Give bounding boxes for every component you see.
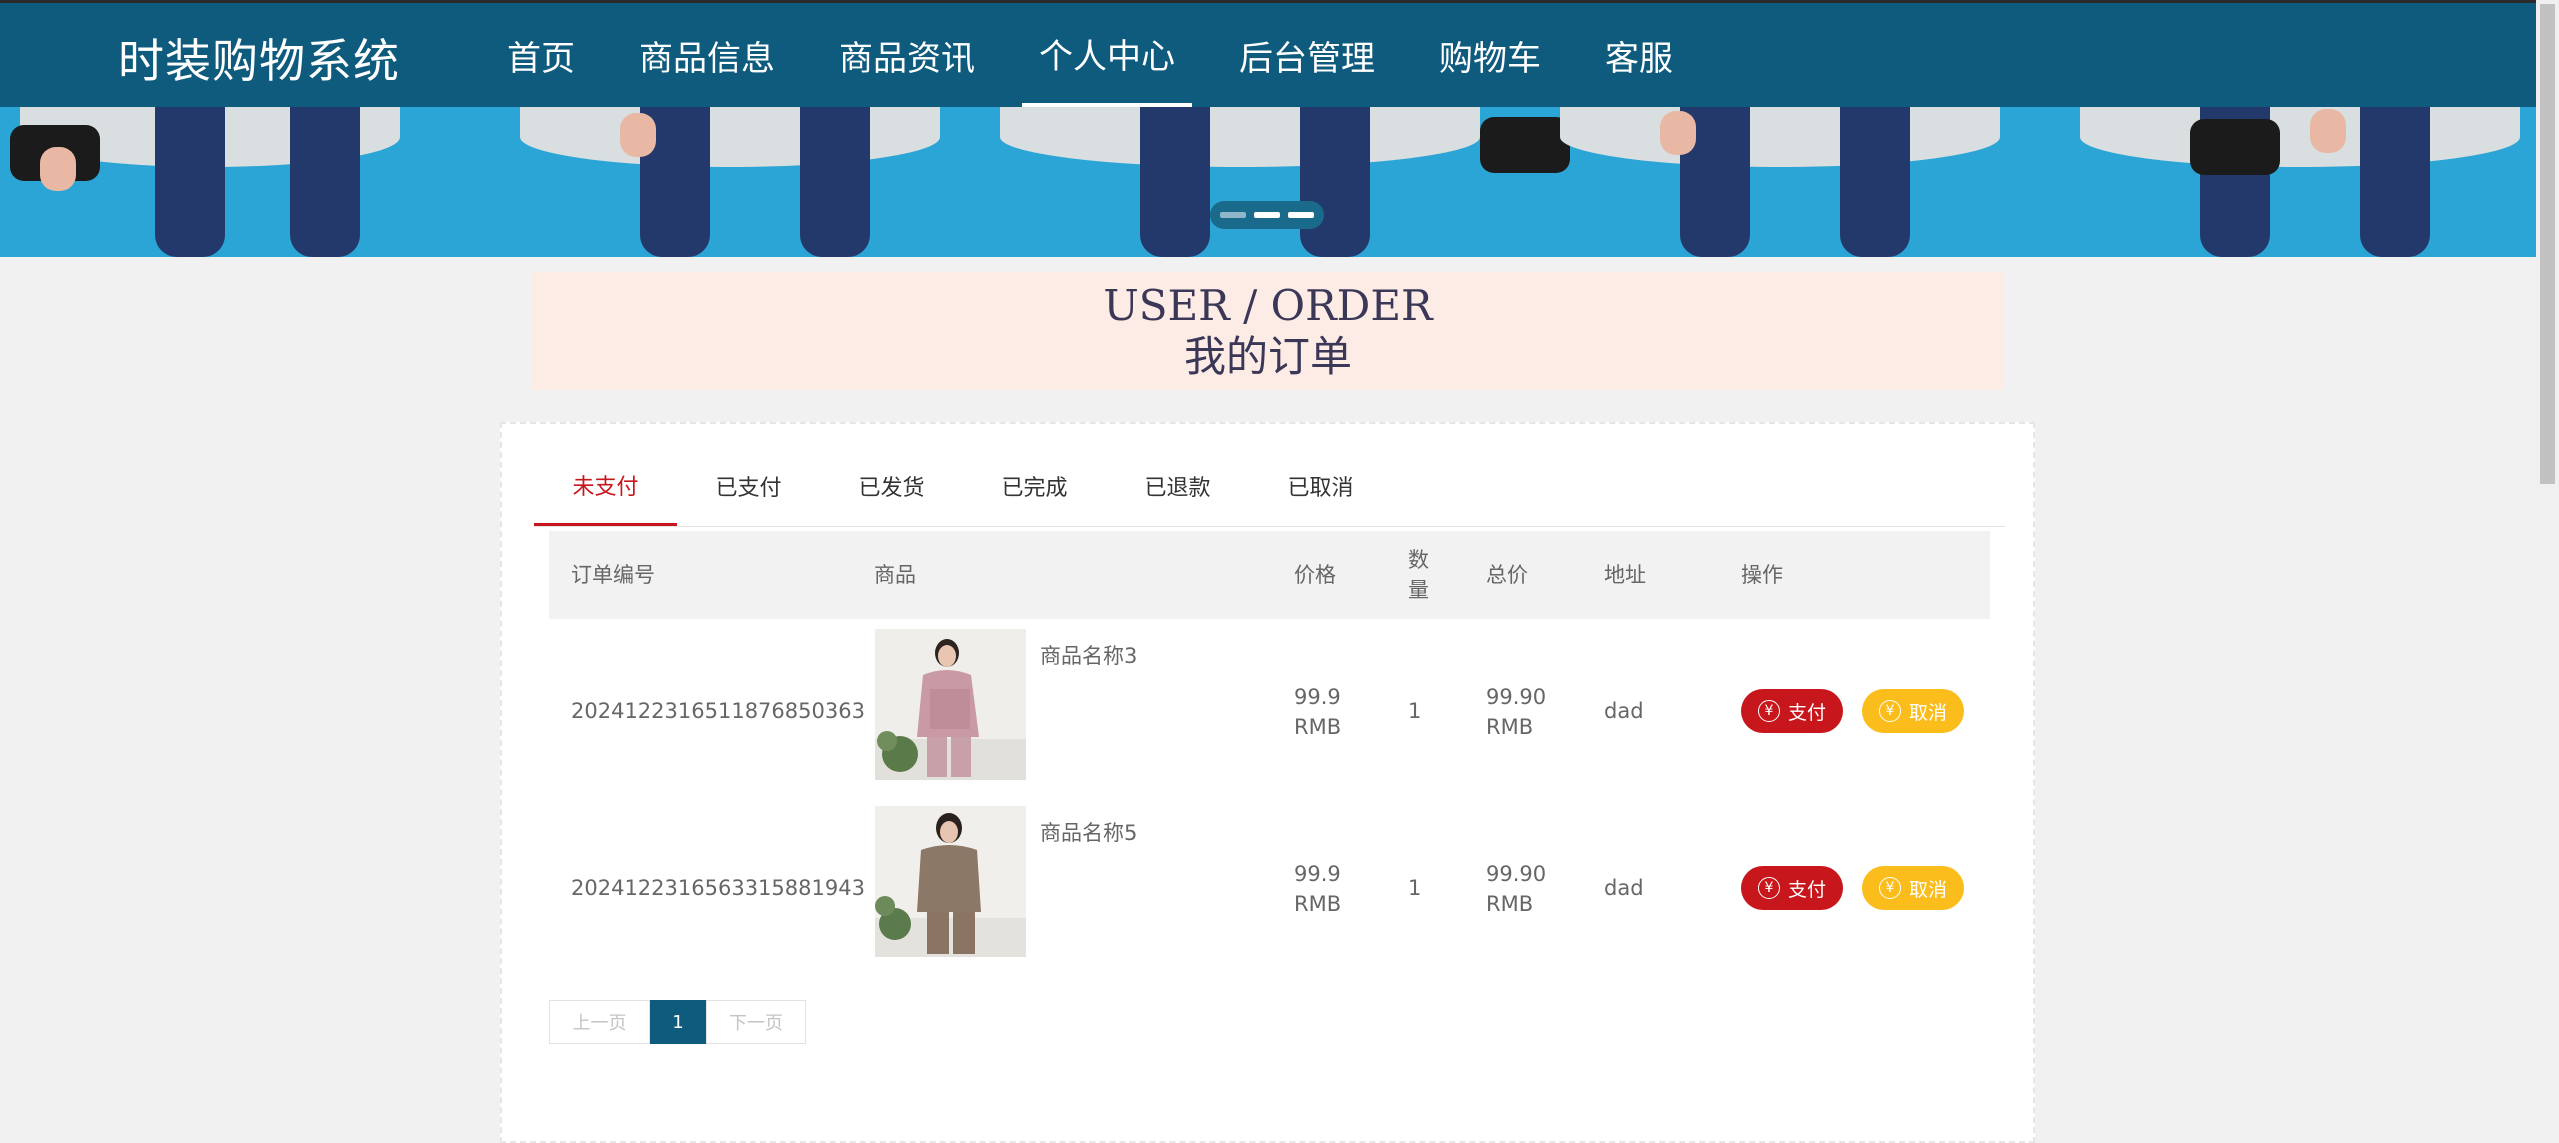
page-heading: USER / ORDER 我的订单	[532, 272, 2004, 390]
page-scrollbar[interactable]	[2536, 0, 2559, 1143]
heading-cn: 我的订单	[1183, 332, 1352, 381]
top-navbar: 时装购物系统 首页 商品信息 商品资讯 个人中心 后台管理 购物车 客服	[0, 0, 2536, 107]
pay-label: 支付	[1787, 878, 1826, 901]
banner-carousel[interactable]	[0, 107, 2536, 257]
cancel-button[interactable]: ¥ 取消	[1862, 689, 1964, 733]
pay-label: 支付	[1787, 701, 1826, 724]
product-thumbnail[interactable]	[875, 629, 1026, 780]
tab-completed[interactable]: 已完成	[963, 446, 1106, 526]
banner-figure	[40, 147, 76, 191]
banner-figure	[1840, 107, 1910, 257]
tab-unpaid[interactable]: 未支付	[534, 446, 677, 526]
banner-figure	[155, 107, 225, 257]
quantity: 1	[1408, 876, 1422, 900]
order-no: 2024122316563315881943	[571, 876, 865, 900]
price: 99.9	[1294, 685, 1341, 709]
carousel-dot[interactable]	[1288, 212, 1314, 218]
order-no: 2024122316511876850363	[571, 699, 865, 723]
carousel-dot[interactable]	[1254, 212, 1280, 218]
main-nav: 首页 商品信息 商品资讯 个人中心 后台管理 购物车 客服	[490, 3, 1720, 107]
table-row: 2024122316563315881943 商品名称5 99.9 RMB 1 …	[549, 806, 1990, 983]
heading-en: USER / ORDER	[1103, 281, 1433, 330]
page-1-button[interactable]: 1	[650, 1000, 706, 1044]
header-address: 地址	[1604, 563, 1646, 587]
banner-figure	[2190, 119, 2280, 175]
yen-icon: ¥	[1878, 700, 1901, 722]
tab-cancelled[interactable]: 已取消	[1249, 446, 1392, 526]
price: 99.9	[1294, 862, 1341, 886]
order-card: 未支付 已支付 已发货 已完成 已退款 已取消 订单编号 商品 价格 数量 总价…	[500, 422, 2035, 1143]
quantity: 1	[1408, 699, 1422, 723]
nav-cart[interactable]: 购物车	[1422, 3, 1558, 107]
table-header: 订单编号 商品 价格 数量 总价 地址 操作	[549, 531, 1990, 619]
nav-product-news[interactable]: 商品资讯	[822, 3, 992, 107]
header-qty: 数量	[1408, 548, 1429, 602]
total: 99.90	[1486, 685, 1547, 709]
product-name[interactable]: 商品名称3	[1040, 641, 1137, 671]
banner-figure	[1140, 107, 1210, 257]
yen-icon: ¥	[1878, 877, 1901, 899]
header-product: 商品	[874, 563, 916, 587]
price-unit: RMB	[1294, 892, 1342, 916]
pagination: 上一页 1 下一页	[549, 1000, 806, 1044]
cancel-button[interactable]: ¥ 取消	[1862, 866, 1964, 910]
scrollbar-thumb[interactable]	[2540, 4, 2555, 484]
banner-figure	[2080, 107, 2520, 167]
banner-figure	[2310, 109, 2346, 153]
banner-figure	[1660, 111, 1696, 155]
banner-figure	[1560, 107, 2000, 167]
nav-user-center[interactable]: 个人中心	[1022, 3, 1192, 107]
banner-figure	[1300, 107, 1370, 257]
nav-product-info[interactable]: 商品信息	[622, 3, 792, 107]
carousel-indicators	[1210, 201, 1324, 229]
product-thumbnail[interactable]	[875, 806, 1026, 957]
next-page-button[interactable]: 下一页	[706, 1000, 806, 1044]
address: dad	[1604, 699, 1644, 723]
pay-button[interactable]: ¥ 支付	[1741, 689, 1843, 733]
banner-figure	[520, 107, 940, 167]
site-brand[interactable]: 时装购物系统	[118, 25, 400, 91]
cancel-label: 取消	[1908, 878, 1947, 901]
banner-figure	[290, 107, 360, 257]
header-order-no: 订单编号	[571, 563, 655, 587]
order-status-tabs: 未支付 已支付 已发货 已完成 已退款 已取消	[534, 446, 2005, 527]
banner-figure	[1000, 107, 1480, 167]
tab-paid[interactable]: 已支付	[677, 446, 820, 526]
table-row: 2024122316511876850363 商品名称3 99.9 RMB 1 …	[549, 629, 1990, 806]
pay-button[interactable]: ¥ 支付	[1741, 866, 1843, 910]
nav-home[interactable]: 首页	[490, 3, 592, 107]
cancel-label: 取消	[1908, 701, 1947, 724]
header-total: 总价	[1486, 563, 1528, 587]
nav-service[interactable]: 客服	[1588, 3, 1690, 107]
banner-figure	[1480, 117, 1570, 173]
prev-page-button[interactable]: 上一页	[549, 1000, 650, 1044]
price-unit: RMB	[1294, 715, 1342, 739]
banner-figure	[800, 107, 870, 257]
total: 99.90	[1486, 862, 1547, 886]
tab-shipped[interactable]: 已发货	[820, 446, 963, 526]
banner-figure	[620, 113, 656, 157]
product-name[interactable]: 商品名称5	[1040, 818, 1137, 848]
total-unit: RMB	[1486, 892, 1534, 916]
yen-icon: ¥	[1757, 877, 1780, 899]
nav-admin[interactable]: 后台管理	[1222, 3, 1392, 107]
header-price: 价格	[1294, 563, 1336, 587]
banner-figure	[2360, 107, 2430, 257]
address: dad	[1604, 876, 1644, 900]
yen-icon: ¥	[1757, 700, 1780, 722]
total-unit: RMB	[1486, 715, 1534, 739]
carousel-dot[interactable]	[1220, 212, 1246, 218]
header-action: 操作	[1741, 563, 1783, 587]
tab-refunded[interactable]: 已退款	[1106, 446, 1249, 526]
